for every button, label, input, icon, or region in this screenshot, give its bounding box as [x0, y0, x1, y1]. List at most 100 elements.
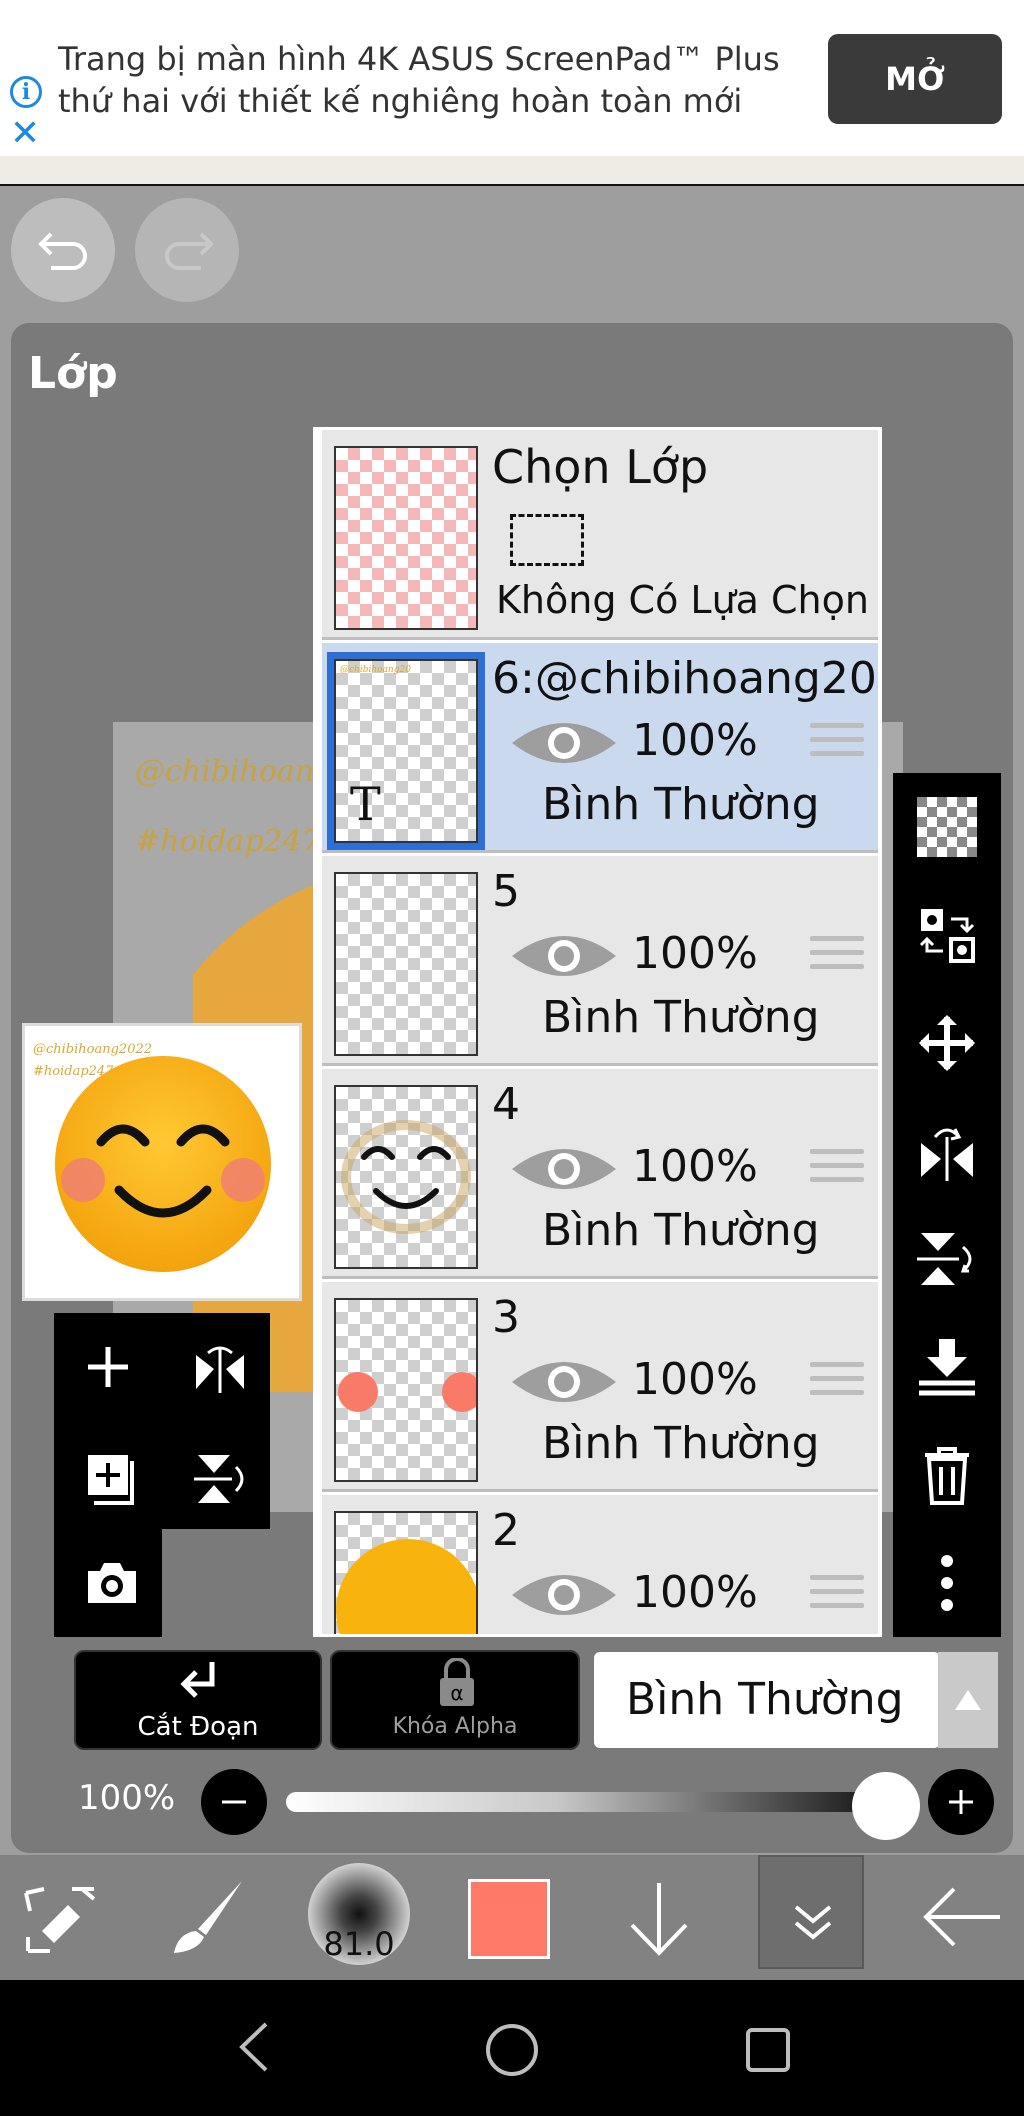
layer-row-2[interactable]: 2 100%	[322, 1495, 878, 1634]
layer-blend-mode: Bình Thường	[542, 992, 820, 1043]
visibility-eye-icon[interactable]	[508, 1141, 620, 1197]
opacity-slider-track[interactable]	[286, 1792, 886, 1812]
text-layer-icon: T	[350, 777, 381, 831]
visibility-eye-icon[interactable]	[508, 1567, 620, 1623]
flip-vertical-icon	[917, 1233, 972, 1285]
layer-thumbnail	[334, 1511, 478, 1634]
camera-button[interactable]	[54, 1529, 162, 1637]
face-features-icon	[341, 1120, 471, 1234]
layer-opacity: 100%	[632, 715, 758, 766]
ad-text[interactable]: Trang bị màn hình 4K ASUS ScreenPad™ Plu…	[58, 38, 818, 122]
flip-horizontal-right-button[interactable]	[893, 1097, 1001, 1205]
current-color-swatch[interactable]	[468, 1879, 550, 1959]
visibility-eye-icon[interactable]	[508, 928, 620, 984]
clipping-arrow-icon	[180, 1662, 215, 1698]
ad-info-icon[interactable]: i	[10, 76, 42, 108]
selection-layer-title: Chọn Lớp	[492, 440, 709, 494]
add-layer-button[interactable]	[54, 1313, 162, 1421]
flip-horizontal-button[interactable]	[162, 1313, 270, 1421]
canvas-thumbnail[interactable]: @chibihoang2022 #hoidap247	[22, 1023, 302, 1301]
arrow-down-icon[interactable]	[626, 1879, 692, 1959]
checkerboard-icon	[917, 797, 977, 857]
blend-mode-dropdown-button[interactable]	[938, 1652, 998, 1748]
duplicate-icon	[88, 1455, 134, 1505]
undo-icon	[38, 232, 87, 270]
lock-icon: α	[440, 1658, 474, 1706]
merge-down-button[interactable]	[893, 1313, 1001, 1421]
bottom-toolbar: 81.0	[0, 1855, 1024, 1980]
selection-layer-subtitle: Không Có Lựa Chọn	[496, 578, 869, 622]
layer-name: 2	[492, 1505, 520, 1556]
layer-thumbnail	[334, 1298, 478, 1482]
flip-vertical-icon	[194, 1455, 244, 1503]
layer-row-4[interactable]: 4 100% Bình Thường	[322, 1069, 878, 1279]
blush-icon	[338, 1372, 476, 1412]
layer-name: 6:@chibihoang20	[492, 653, 877, 704]
layer-blend-mode: Bình Thường	[542, 1205, 820, 1256]
undo-button[interactable]	[11, 198, 115, 302]
layer-list[interactable]: Chọn Lớp Không Có Lựa Chọn T @chibihoang…	[313, 427, 882, 1637]
canvas-watermark-2: #hoidap247	[135, 824, 321, 859]
brush-size-value: 81.0	[323, 1925, 395, 1963]
layer-thumbnail: T @chibihoang20	[327, 652, 485, 850]
move-layer-button[interactable]	[893, 989, 1001, 1097]
left-layer-tools-2	[54, 1529, 162, 1637]
ad-banner[interactable]: Trang bị màn hình 4K ASUS ScreenPad™ Plu…	[0, 0, 1024, 160]
brush-size-button[interactable]: 81.0	[308, 1863, 410, 1965]
ad-close-icon[interactable]: ✕	[10, 116, 40, 152]
redo-button[interactable]	[135, 198, 239, 302]
opacity-value: 100%	[78, 1778, 176, 1818]
layer-row-5[interactable]: 5 100% Bình Thường	[322, 856, 878, 1066]
clipping-label: Cắt Đoạn	[137, 1712, 259, 1742]
opacity-slider-handle[interactable]	[852, 1772, 920, 1840]
drag-handle-icon[interactable]	[810, 723, 864, 765]
layer-row-3[interactable]: 3 100% Bình Thường	[322, 1282, 878, 1492]
visibility-eye-icon[interactable]	[508, 1354, 620, 1410]
more-vertical-icon	[941, 1555, 953, 1611]
ad-open-button[interactable]: MỞ	[828, 34, 1002, 124]
clipping-button[interactable]: Cắt Đoạn	[74, 1650, 322, 1750]
layer-thumbnail	[334, 872, 478, 1056]
nav-home-icon[interactable]	[484, 2022, 540, 2078]
panel-title: Lớp	[28, 348, 118, 399]
blend-mode-select[interactable]: Bình Thường	[594, 1652, 940, 1748]
select-transform-icon[interactable]	[22, 1885, 102, 1955]
selection-layer-thumbnail	[334, 446, 478, 630]
swap-layer-button[interactable]	[893, 881, 1001, 989]
flip-vertical-button[interactable]	[162, 1421, 270, 1529]
layer-name: 5	[492, 866, 520, 917]
drag-handle-icon[interactable]	[810, 936, 864, 978]
chevron-up-icon	[955, 1690, 981, 1710]
layer-name: 3	[492, 1292, 520, 1343]
plus-icon	[88, 1347, 128, 1387]
more-options-button[interactable]	[893, 1529, 1001, 1637]
nav-back-icon[interactable]	[236, 2020, 272, 2074]
brush-icon[interactable]	[168, 1877, 248, 1957]
alpha-lock-button[interactable]: α Khóa Alpha	[330, 1650, 580, 1750]
layer-blend-mode: Bình Thường	[542, 1418, 820, 1469]
alpha-glyph: α	[450, 1681, 463, 1705]
arrow-left-icon[interactable]	[920, 1885, 1004, 1949]
drag-handle-icon[interactable]	[810, 1362, 864, 1404]
nav-recents-icon[interactable]	[744, 2026, 792, 2074]
duplicate-layer-button[interactable]	[54, 1421, 162, 1529]
opacity-increase-button[interactable]	[928, 1769, 994, 1835]
drag-handle-icon[interactable]	[810, 1575, 864, 1617]
swap-icon	[919, 909, 975, 963]
transparent-fill-button[interactable]	[893, 773, 1001, 881]
layer-menu-button[interactable]	[758, 1855, 864, 1969]
layer-blend-mode: Bình Thường	[542, 779, 820, 830]
opacity-decrease-button[interactable]	[201, 1769, 267, 1835]
drag-handle-icon[interactable]	[810, 1149, 864, 1191]
right-layer-tools	[893, 773, 1001, 1637]
layer-opacity: 100%	[632, 928, 758, 979]
selection-layer-row[interactable]: Chọn Lớp Không Có Lựa Chọn	[322, 430, 878, 640]
redo-icon	[165, 232, 214, 270]
delete-layer-button[interactable]	[893, 1421, 1001, 1529]
ad-text-line1: Trang bị màn hình 4K ASUS ScreenPad™ Plu…	[58, 40, 780, 78]
visibility-eye-icon[interactable]	[508, 715, 620, 771]
trash-icon	[925, 1447, 969, 1505]
layer-row-6[interactable]: T @chibihoang20 6:@chibihoang20 100% Bìn…	[322, 643, 878, 853]
layer-opacity: 100%	[632, 1141, 758, 1192]
flip-vertical-right-button[interactable]	[893, 1205, 1001, 1313]
